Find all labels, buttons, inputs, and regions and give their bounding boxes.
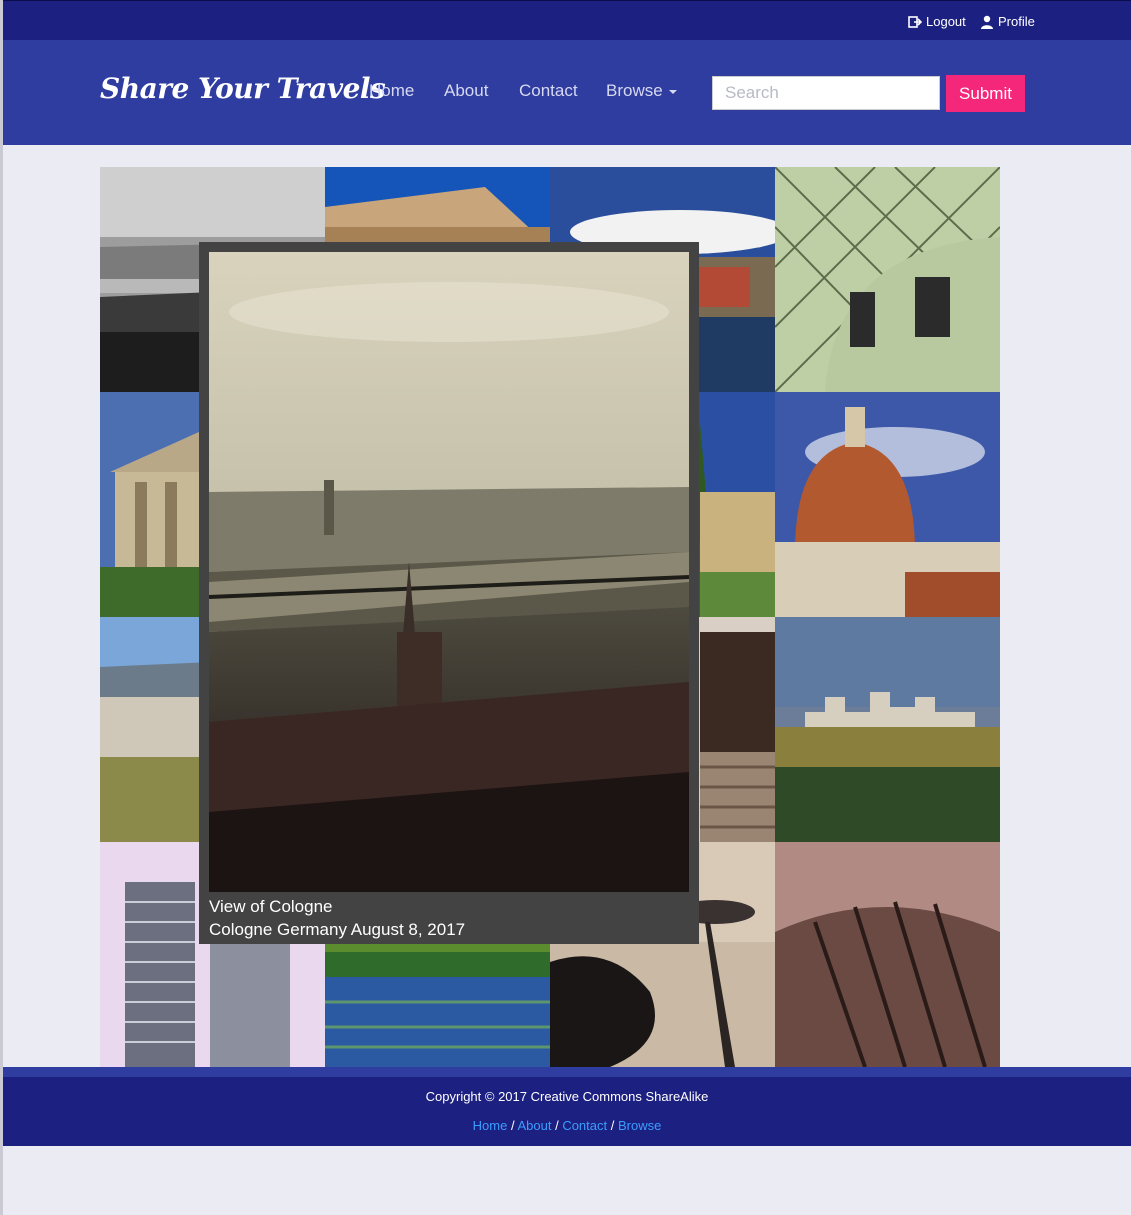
preview-caption: View of Cologne Cologne Germany August 8… (209, 895, 465, 941)
site-footer: Copyright © 2017 Creative Commons ShareA… (3, 1077, 1131, 1146)
footer-accent-strip (3, 1067, 1131, 1077)
footer-link-home[interactable]: Home (473, 1118, 508, 1133)
footer-links: Home / About / Contact / Browse (3, 1118, 1131, 1133)
footer-link-browse[interactable]: Browse (618, 1118, 661, 1133)
profile-label: Profile (998, 14, 1035, 29)
photo-tile[interactable] (775, 842, 1000, 1067)
submit-button[interactable]: Submit (946, 75, 1025, 112)
skyline-thumbnail (775, 617, 1000, 842)
footer-separator: / (507, 1118, 518, 1133)
footer-copyright: Copyright © 2017 Creative Commons ShareA… (425, 1089, 709, 1104)
main-navbar: Share Your Travels Home About Contact Br… (3, 40, 1131, 145)
footer-link-contact[interactable]: Contact (562, 1118, 607, 1133)
photo-tile[interactable] (775, 617, 1000, 842)
profile-link[interactable]: Profile (980, 14, 1035, 29)
user-icon (981, 15, 993, 29)
photo-tile[interactable] (775, 392, 1000, 617)
site-brand[interactable]: Share Your Travels (100, 72, 386, 105)
footer-separator: / (607, 1118, 618, 1133)
preview-image (209, 252, 689, 892)
cologne-view-photo (209, 252, 689, 892)
search-input[interactable] (712, 76, 940, 110)
museum-roof-thumbnail (775, 167, 1000, 392)
nav-browse-label: Browse (606, 81, 663, 100)
photo-preview-popup: View of Cologne Cologne Germany August 8… (199, 242, 699, 944)
nav-browse-dropdown[interactable]: Browse (606, 81, 677, 101)
nav-home[interactable]: Home (369, 81, 414, 101)
photo-tile[interactable] (775, 167, 1000, 392)
nav-contact[interactable]: Contact (519, 81, 578, 101)
logout-link[interactable]: Logout (908, 14, 966, 29)
window-edge (0, 0, 3, 1215)
logout-icon (908, 15, 922, 28)
preview-details: Cologne Germany August 8, 2017 (209, 920, 466, 939)
preview-title: View of Cologne (209, 897, 333, 916)
dome-structure-thumbnail (775, 842, 1000, 1067)
logout-label: Logout (926, 14, 966, 29)
top-utility-bar: Logout Profile (3, 0, 1131, 40)
florence-dome-thumbnail (775, 392, 1000, 617)
caret-down-icon (668, 90, 677, 94)
footer-link-about[interactable]: About (517, 1118, 551, 1133)
footer-separator: / (551, 1118, 563, 1133)
nav-about[interactable]: About (444, 81, 488, 101)
